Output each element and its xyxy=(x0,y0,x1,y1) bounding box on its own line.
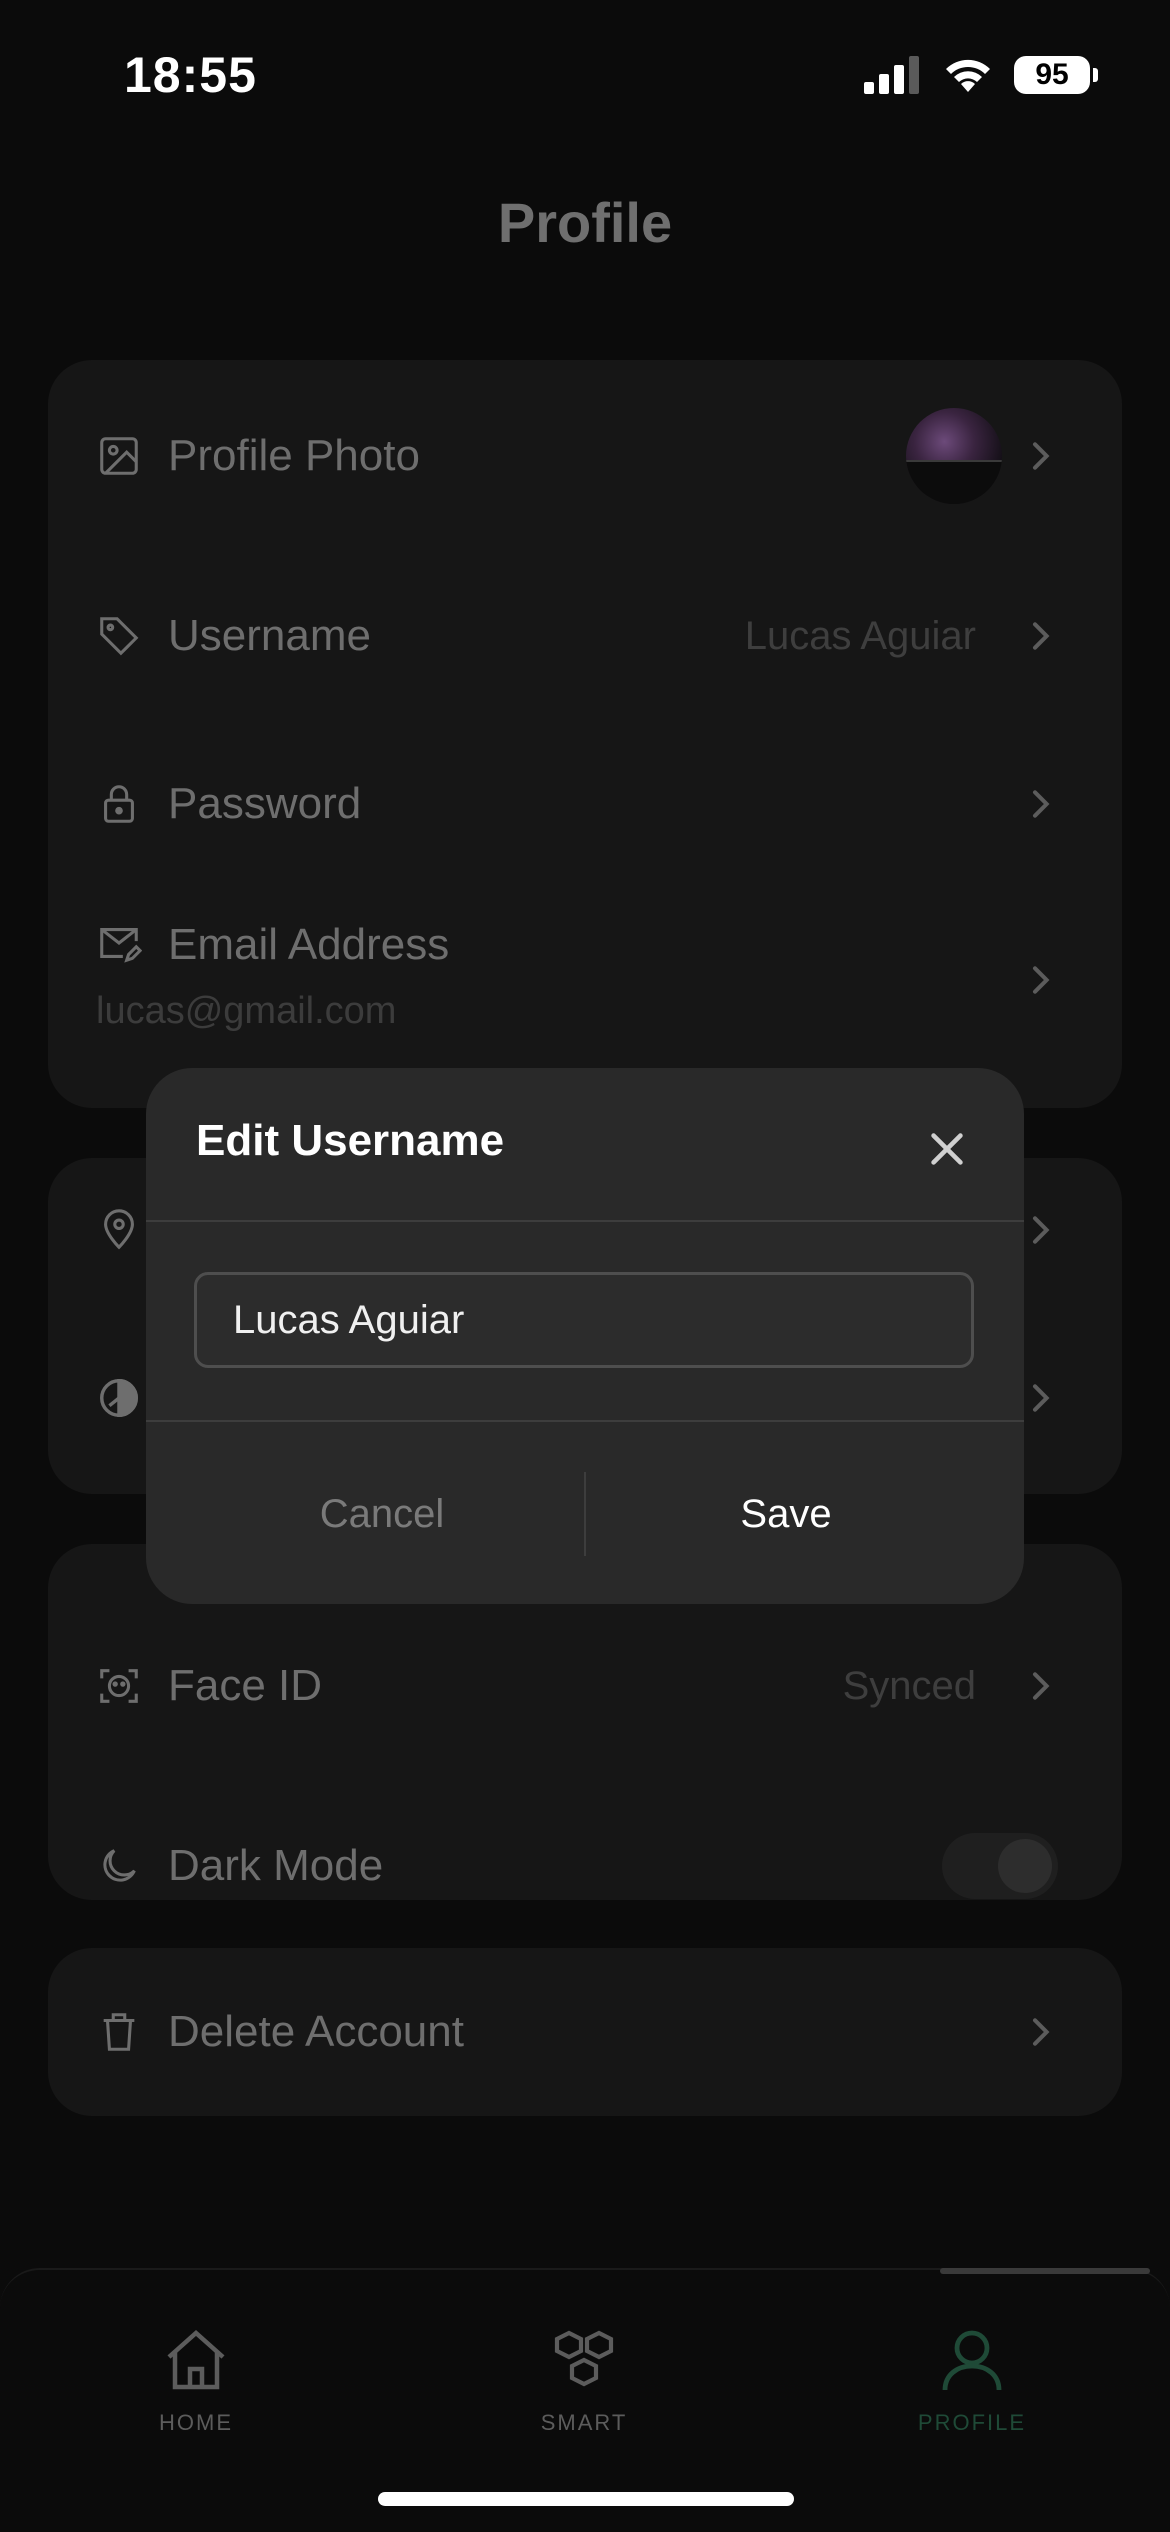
trash-icon xyxy=(96,2009,142,2055)
chevron-right-icon xyxy=(1020,1378,1060,1418)
face-id-icon xyxy=(96,1663,142,1709)
chevron-right-icon xyxy=(1020,1666,1060,1706)
tab-home[interactable]: HOME xyxy=(96,2324,296,2436)
account-card: Profile Photo Username Lucas Aguiar Pass… xyxy=(48,360,1122,1108)
chevron-right-icon xyxy=(1020,436,1060,476)
tab-bar: HOME SMART PROFILE xyxy=(0,2268,1170,2532)
email-value: lucas@gmail.com xyxy=(96,990,397,1032)
person-icon xyxy=(942,2330,1002,2391)
avatar[interactable] xyxy=(906,408,1002,504)
battery-level: 95 xyxy=(1035,58,1069,91)
mail-edit-icon xyxy=(96,920,142,966)
profile-photo-row[interactable]: Profile Photo xyxy=(48,396,1122,516)
dark-mode-row: Dark Mode xyxy=(48,1806,1122,1926)
clock-icon xyxy=(96,1375,142,1421)
delete-account-row[interactable]: Delete Account xyxy=(48,1972,1122,2092)
tab-profile[interactable]: PROFILE xyxy=(872,2324,1072,2436)
username-value: Lucas Aguiar xyxy=(744,613,976,658)
cancel-button[interactable]: Cancel xyxy=(182,1464,582,1564)
divider xyxy=(146,1220,1024,1222)
location-pin-icon xyxy=(96,1207,142,1253)
tab-smart-label: SMART xyxy=(540,2410,628,2435)
moon-icon xyxy=(96,1843,142,1889)
username-row[interactable]: Username Lucas Aguiar xyxy=(48,576,1122,696)
face-id-value: Synced xyxy=(842,1663,976,1708)
face-id-label: Face ID xyxy=(168,1661,323,1710)
danger-card: Delete Account xyxy=(48,1948,1122,2116)
cubes-icon xyxy=(554,2330,614,2387)
tab-smart[interactable]: SMART xyxy=(484,2324,684,2436)
status-icons: 95 xyxy=(864,56,1098,94)
dialog-title: Edit Username xyxy=(196,1116,505,1165)
email-label: Email Address xyxy=(168,920,450,969)
wifi-icon xyxy=(946,59,990,92)
password-row[interactable]: Password xyxy=(48,744,1122,864)
close-icon[interactable] xyxy=(924,1126,970,1172)
dark-mode-label: Dark Mode xyxy=(168,1841,384,1890)
lock-icon xyxy=(96,781,142,827)
divider xyxy=(146,1420,1024,1422)
profile-photo-label: Profile Photo xyxy=(168,431,420,480)
save-button[interactable]: Save xyxy=(586,1464,986,1564)
username-label: Username xyxy=(168,611,371,660)
tab-profile-label: PROFILE xyxy=(917,2410,1027,2435)
chevron-right-icon xyxy=(1020,960,1060,1000)
profile-screen: 18:55 95 Profile Profile Photo Username … xyxy=(0,0,1170,2532)
username-input[interactable] xyxy=(194,1272,974,1368)
image-icon xyxy=(96,433,142,479)
tab-home-label: HOME xyxy=(159,2410,233,2435)
chevron-right-icon xyxy=(1020,616,1060,656)
chevron-right-icon xyxy=(1020,2012,1060,2052)
email-row[interactable]: Email Address lucas@gmail.com xyxy=(48,910,1122,1050)
home-indicator xyxy=(378,2492,794,2506)
battery-icon: 95 xyxy=(1014,56,1098,94)
signal-icon xyxy=(864,56,919,94)
home-icon xyxy=(167,2329,225,2390)
tab-indicator xyxy=(940,2268,1150,2274)
status-time: 18:55 xyxy=(124,47,257,103)
face-id-row[interactable]: Face ID Synced xyxy=(48,1626,1122,1746)
chevron-right-icon xyxy=(1020,1210,1060,1250)
chevron-right-icon xyxy=(1020,784,1060,824)
dark-mode-toggle[interactable] xyxy=(942,1833,1058,1899)
edit-username-dialog: Edit Username Cancel Save xyxy=(146,1068,1024,1604)
tag-icon xyxy=(96,613,142,659)
delete-account-label: Delete Account xyxy=(168,2007,464,2056)
page-title: Profile xyxy=(497,191,673,254)
password-label: Password xyxy=(168,779,362,828)
